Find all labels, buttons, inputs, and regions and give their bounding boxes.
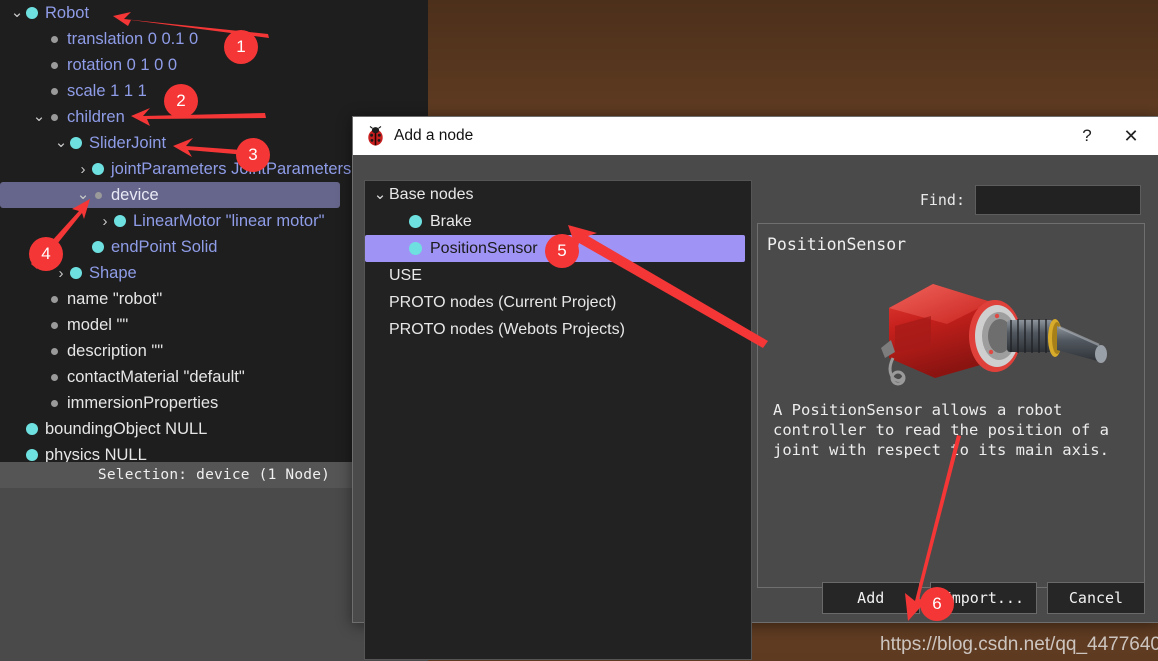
node-list-item-label: PROTO nodes (Webots Projects) xyxy=(389,320,625,338)
dialog-body: ⌄ Base nodes Brake PositionSensor USE PROTO n… xyxy=(353,155,1158,660)
dialog-title: Add a node xyxy=(394,127,474,144)
field-dot-icon xyxy=(51,87,58,95)
help-button[interactable]: ? xyxy=(1065,117,1109,155)
annotation-badge-5: 5 xyxy=(545,234,579,268)
field-dot-icon xyxy=(51,35,58,43)
node-list-item-label: Brake xyxy=(430,212,472,230)
scene-tree-row[interactable]: translation 0 0.1 0 xyxy=(0,26,352,52)
preview-description: A PositionSensor allows a robot controll… xyxy=(773,401,1109,459)
scene-tree-row-label: device xyxy=(111,185,159,204)
field-dot-icon xyxy=(51,399,58,407)
scene-tree-row-label: translation 0 0.1 0 xyxy=(67,29,199,48)
annotation-badge-4: 4 xyxy=(29,237,63,271)
scene-tree-list[interactable]: ⌄ Robot translation 0 0.1 0 rotation 0 1 0 … xyxy=(0,0,352,470)
scene-tree-row[interactable]: model "" xyxy=(0,312,352,338)
scene-tree-row-label: boundingObject NULL xyxy=(45,419,208,438)
scene-tree-row-label: model "" xyxy=(67,315,129,334)
node-dot-icon xyxy=(92,241,104,253)
webots-ladybug-icon xyxy=(365,126,386,146)
chevron-down-icon[interactable]: ⌄ xyxy=(30,109,48,124)
dialog-button-row: Add Import... Cancel xyxy=(353,582,1158,614)
annotation-badge-1: 1 xyxy=(224,30,258,64)
node-list-item[interactable]: PROTO nodes (Webots Projects) xyxy=(365,316,751,343)
chevron-right-icon[interactable]: › xyxy=(74,162,92,177)
node-list-item[interactable]: Brake xyxy=(365,208,751,235)
find-row: Find: xyxy=(920,185,1141,215)
find-label: Find: xyxy=(919,191,965,209)
scene-tree-row-label: scale 1 1 1 xyxy=(67,81,147,100)
scene-tree-row[interactable]: boundingObject NULL xyxy=(0,416,352,442)
scene-tree-row-label: description "" xyxy=(67,341,164,360)
add-button[interactable]: Add xyxy=(821,582,920,614)
scene-tree-row-label: LinearMotor "linear motor" xyxy=(133,211,325,230)
scene-tree-row-label: Shape xyxy=(89,263,137,282)
node-dot-icon xyxy=(26,423,38,435)
chevron-down-icon[interactable]: ⌄ xyxy=(52,135,70,150)
node-dot-icon xyxy=(70,267,82,279)
scene-tree-row[interactable]: › LinearMotor "linear motor" xyxy=(0,208,352,234)
node-dot-icon xyxy=(409,215,422,228)
node-dot-icon xyxy=(26,7,38,19)
field-dot-icon xyxy=(51,321,58,329)
dialog-titlebar[interactable]: Add a node ? ✕ xyxy=(353,117,1158,155)
node-list-item[interactable]: ⌄ Base nodes xyxy=(365,181,751,208)
chevron-right-icon[interactable]: › xyxy=(96,214,114,229)
scene-tree-row[interactable]: ⌄ Robot xyxy=(0,0,352,26)
scene-tree-row[interactable]: rotation 0 1 0 0 xyxy=(0,52,352,78)
preview-title: PositionSensor xyxy=(761,235,913,254)
position-sensor-preview-image xyxy=(873,266,1123,416)
scene-tree-row-label: contactMaterial "default" xyxy=(67,367,245,386)
node-dot-icon xyxy=(70,137,82,149)
annotation-badge-2: 2 xyxy=(164,84,198,118)
watermark: https://blog.csdn.net/qq_44776401 xyxy=(880,634,1158,655)
chevron-down-icon[interactable]: ⌄ xyxy=(371,187,389,202)
chevron-down-icon[interactable]: ⌄ xyxy=(74,187,92,202)
scene-tree-row[interactable]: description "" xyxy=(0,338,352,364)
node-dot-icon xyxy=(409,242,422,255)
cancel-button[interactable]: Cancel xyxy=(1047,582,1145,614)
add-node-dialog[interactable]: Add a node ? ✕ ⌄ Base nodes Brake PositionS… xyxy=(352,116,1158,660)
close-icon[interactable]: ✕ xyxy=(1109,117,1153,155)
node-list-item-label: USE xyxy=(389,266,422,284)
scene-tree-row-label: immersionProperties xyxy=(67,393,219,412)
annotation-badge-6: 6 xyxy=(920,587,954,621)
scene-tree-row-label: endPoint Solid xyxy=(111,237,218,256)
field-dot-icon xyxy=(51,295,58,303)
scene-tree-row-label: rotation 0 1 0 0 xyxy=(67,55,178,74)
node-dot-icon xyxy=(26,449,38,461)
node-list-item[interactable]: PROTO nodes (Current Project) xyxy=(365,289,751,316)
scene-tree-row[interactable]: ⌄ device xyxy=(0,182,340,208)
scene-tree-row-label: Robot xyxy=(45,3,90,22)
annotation-badge-3: 3 xyxy=(236,138,270,172)
scene-tree-row[interactable]: contactMaterial "default" xyxy=(0,364,352,390)
chevron-down-icon[interactable]: ⌄ xyxy=(8,5,26,20)
node-dot-icon xyxy=(114,215,126,227)
field-dot-icon xyxy=(95,191,102,199)
scene-tree-row-label: name "robot" xyxy=(67,289,163,308)
scene-tree-row-label: children xyxy=(67,107,125,126)
find-input[interactable] xyxy=(975,185,1141,215)
scene-tree-row-label: SliderJoint xyxy=(89,133,167,152)
scene-tree-row[interactable]: immersionProperties xyxy=(0,390,352,416)
field-dot-icon xyxy=(51,113,58,121)
field-dot-icon xyxy=(51,373,58,381)
node-list-item-label: PROTO nodes (Current Project) xyxy=(389,293,617,311)
scene-tree-row[interactable]: › jointParameters JointParameters xyxy=(0,156,352,182)
field-dot-icon xyxy=(51,347,58,355)
scene-tree-row-label: jointParameters JointParameters xyxy=(111,159,352,178)
field-dot-icon xyxy=(51,61,58,69)
node-list-item-label: PositionSensor xyxy=(430,239,538,257)
node-list-item-label: Base nodes xyxy=(389,185,474,203)
scene-tree-row[interactable]: name "robot" xyxy=(0,286,352,312)
scene-tree-row[interactable]: ⌄ SliderJoint xyxy=(0,130,352,156)
status-bar-text: Selection: device (1 Node) xyxy=(97,467,331,483)
node-dot-icon xyxy=(92,163,104,175)
